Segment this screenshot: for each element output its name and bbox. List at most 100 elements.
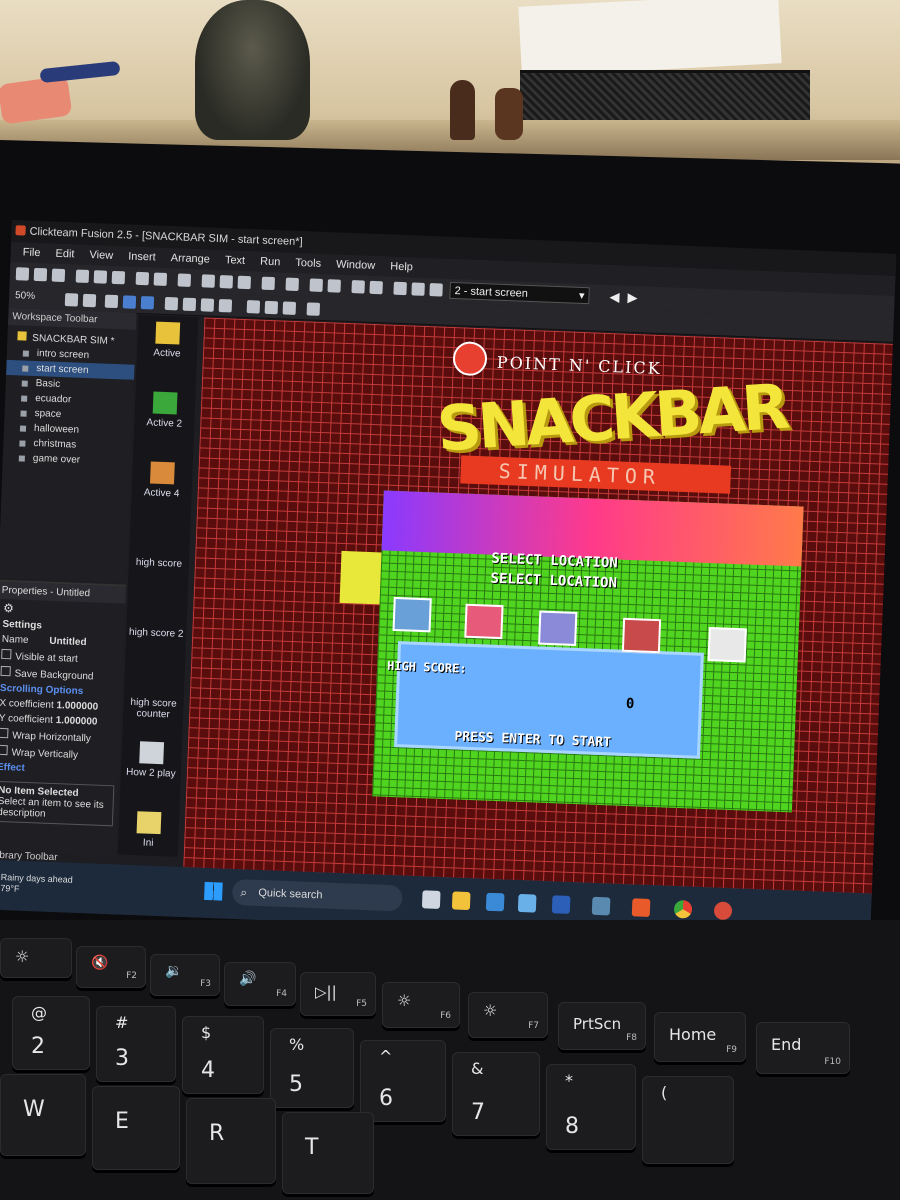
x-coefficient-value[interactable]: 1.000000 [56, 700, 98, 713]
app-icon[interactable] [631, 898, 651, 917]
menu-tools[interactable]: Tools [295, 253, 321, 274]
object-item-how-2-play[interactable]: How 2 play [120, 741, 182, 807]
checkbox-checked[interactable] [1, 648, 12, 660]
next-frame-icon[interactable]: ▶ [627, 290, 638, 306]
hand-icon[interactable] [64, 293, 79, 307]
object-item-active-2[interactable]: Active 2 [133, 391, 195, 457]
frame-editor-canvas[interactable]: POINT N' CLICK SNACKBAR SIMULATOR SELECT… [182, 317, 894, 904]
back-icon[interactable] [309, 278, 323, 292]
notepad-icon[interactable] [485, 892, 505, 912]
pen-icon[interactable] [82, 293, 97, 308]
previous-frame-icon[interactable]: ◀ [609, 289, 620, 305]
checkbox-checked[interactable] [0, 665, 11, 677]
checkbox-unchecked[interactable] [0, 727, 9, 739]
key-t[interactable]: T [282, 1112, 374, 1194]
key-5[interactable]: % 5 [270, 1028, 354, 1108]
tool-icon[interactable] [219, 275, 234, 289]
menu-view[interactable]: View [89, 245, 113, 266]
key-home[interactable]: Home F9 [654, 1012, 746, 1062]
key-mute[interactable]: 🔇 F2 [76, 946, 146, 988]
weather-widget[interactable]: Rainy days ahead 79°F [0, 872, 73, 897]
object-item-high-score[interactable]: high score [128, 531, 190, 597]
tool-icon[interactable] [201, 274, 216, 288]
event-list-icon[interactable] [411, 282, 425, 296]
frame-editor-icon[interactable] [369, 280, 383, 295]
game-background[interactable]: SELECT LOCATION SELECT LOCATION HIGH SCO… [372, 490, 804, 813]
key-volume-up[interactable]: 🔊 F4 [224, 962, 296, 1006]
save-icon[interactable] [51, 268, 66, 283]
help-icon[interactable] [177, 273, 192, 287]
location-thumbnail[interactable] [464, 603, 504, 640]
menu-help[interactable]: Help [390, 257, 413, 278]
y-coefficient-value[interactable]: 1.000000 [56, 715, 98, 728]
align-left-icon[interactable] [246, 300, 261, 314]
object-item-high-score-2[interactable]: high score 2 [125, 601, 187, 667]
frame-selector[interactable]: 2 - start screen ▾ [449, 281, 590, 305]
menu-window[interactable]: Window [336, 254, 376, 275]
key-brightness-up[interactable]: ☼ F7 [468, 992, 548, 1038]
tool-icon[interactable] [237, 275, 252, 290]
key-8[interactable]: * 8 [546, 1064, 636, 1150]
task-view-icon[interactable] [421, 890, 441, 909]
font-color-icon[interactable] [218, 299, 233, 313]
crop-icon[interactable] [306, 302, 321, 316]
key-6[interactable]: ^ 6 [360, 1040, 446, 1122]
clickteam-fusion-icon[interactable] [713, 901, 733, 921]
show-grid-icon[interactable] [122, 295, 137, 309]
key-volume-down[interactable]: 🔉 F3 [150, 954, 220, 996]
bold-icon[interactable] [164, 296, 179, 311]
key-3[interactable]: #3 [96, 1006, 176, 1082]
storyboard-icon[interactable] [351, 280, 365, 294]
key-e[interactable]: E [92, 1086, 180, 1170]
undo-icon[interactable] [135, 271, 150, 286]
key-4[interactable]: $4 [182, 1016, 264, 1094]
grid-icon[interactable] [104, 294, 119, 309]
key-w[interactable]: W [0, 1074, 86, 1156]
object-item-high-score-counter[interactable]: high score counter [122, 671, 184, 737]
cut-icon[interactable] [75, 269, 90, 283]
object-item-active-4[interactable]: Active 4 [130, 461, 192, 527]
redo-icon[interactable] [153, 272, 168, 286]
forward-icon[interactable] [327, 279, 341, 293]
location-thumbnail[interactable] [621, 617, 662, 654]
location-thumbnail[interactable] [538, 610, 578, 646]
zoom-level[interactable]: 50% [15, 290, 35, 302]
copy-icon[interactable] [93, 270, 108, 284]
menu-edit[interactable]: Edit [55, 244, 75, 265]
key-brightness-down[interactable]: ☼ F6 [382, 982, 460, 1028]
menu-run[interactable]: Run [260, 252, 281, 273]
align-center-icon[interactable] [264, 300, 279, 315]
tool-icon[interactable] [285, 277, 299, 292]
tool-icon[interactable] [261, 276, 276, 291]
taskbar-search[interactable]: ⌕ Quick search [231, 878, 403, 912]
key-end[interactable]: End F10 [756, 1022, 850, 1074]
windows-start-icon[interactable] [204, 881, 223, 901]
key-r[interactable]: R [186, 1098, 276, 1184]
data-elements-icon[interactable] [429, 283, 443, 297]
open-file-icon[interactable] [33, 267, 48, 282]
store-icon[interactable] [517, 893, 537, 913]
event-editor-icon[interactable] [393, 281, 407, 296]
align-right-icon[interactable] [282, 301, 297, 315]
menu-insert[interactable]: Insert [128, 246, 156, 267]
snap-icon[interactable] [140, 296, 155, 310]
menu-text[interactable]: Text [225, 250, 246, 271]
key-play-pause[interactable]: ▷|| F5 [300, 972, 376, 1016]
file-explorer-icon[interactable] [451, 891, 471, 911]
camera-icon[interactable] [591, 896, 611, 916]
menu-file[interactable]: File [22, 242, 41, 263]
paste-icon[interactable] [111, 270, 126, 285]
location-thumbnail[interactable] [392, 596, 432, 633]
key-7[interactable]: & 7 [452, 1052, 540, 1136]
object-item-active[interactable]: Active [136, 321, 198, 387]
italic-icon[interactable] [182, 297, 197, 312]
checkbox-unchecked[interactable] [0, 744, 8, 756]
underline-icon[interactable] [200, 298, 215, 312]
chrome-icon[interactable] [673, 899, 693, 919]
key-print-screen[interactable]: PrtScn F8 [558, 1002, 646, 1050]
menu-arrange[interactable]: Arrange [170, 248, 211, 269]
word-icon[interactable] [551, 895, 571, 914]
name-value[interactable]: Untitled [49, 636, 87, 648]
key-brightness-down[interactable]: ☼ [0, 938, 72, 978]
key-2[interactable]: @2 [12, 996, 90, 1070]
